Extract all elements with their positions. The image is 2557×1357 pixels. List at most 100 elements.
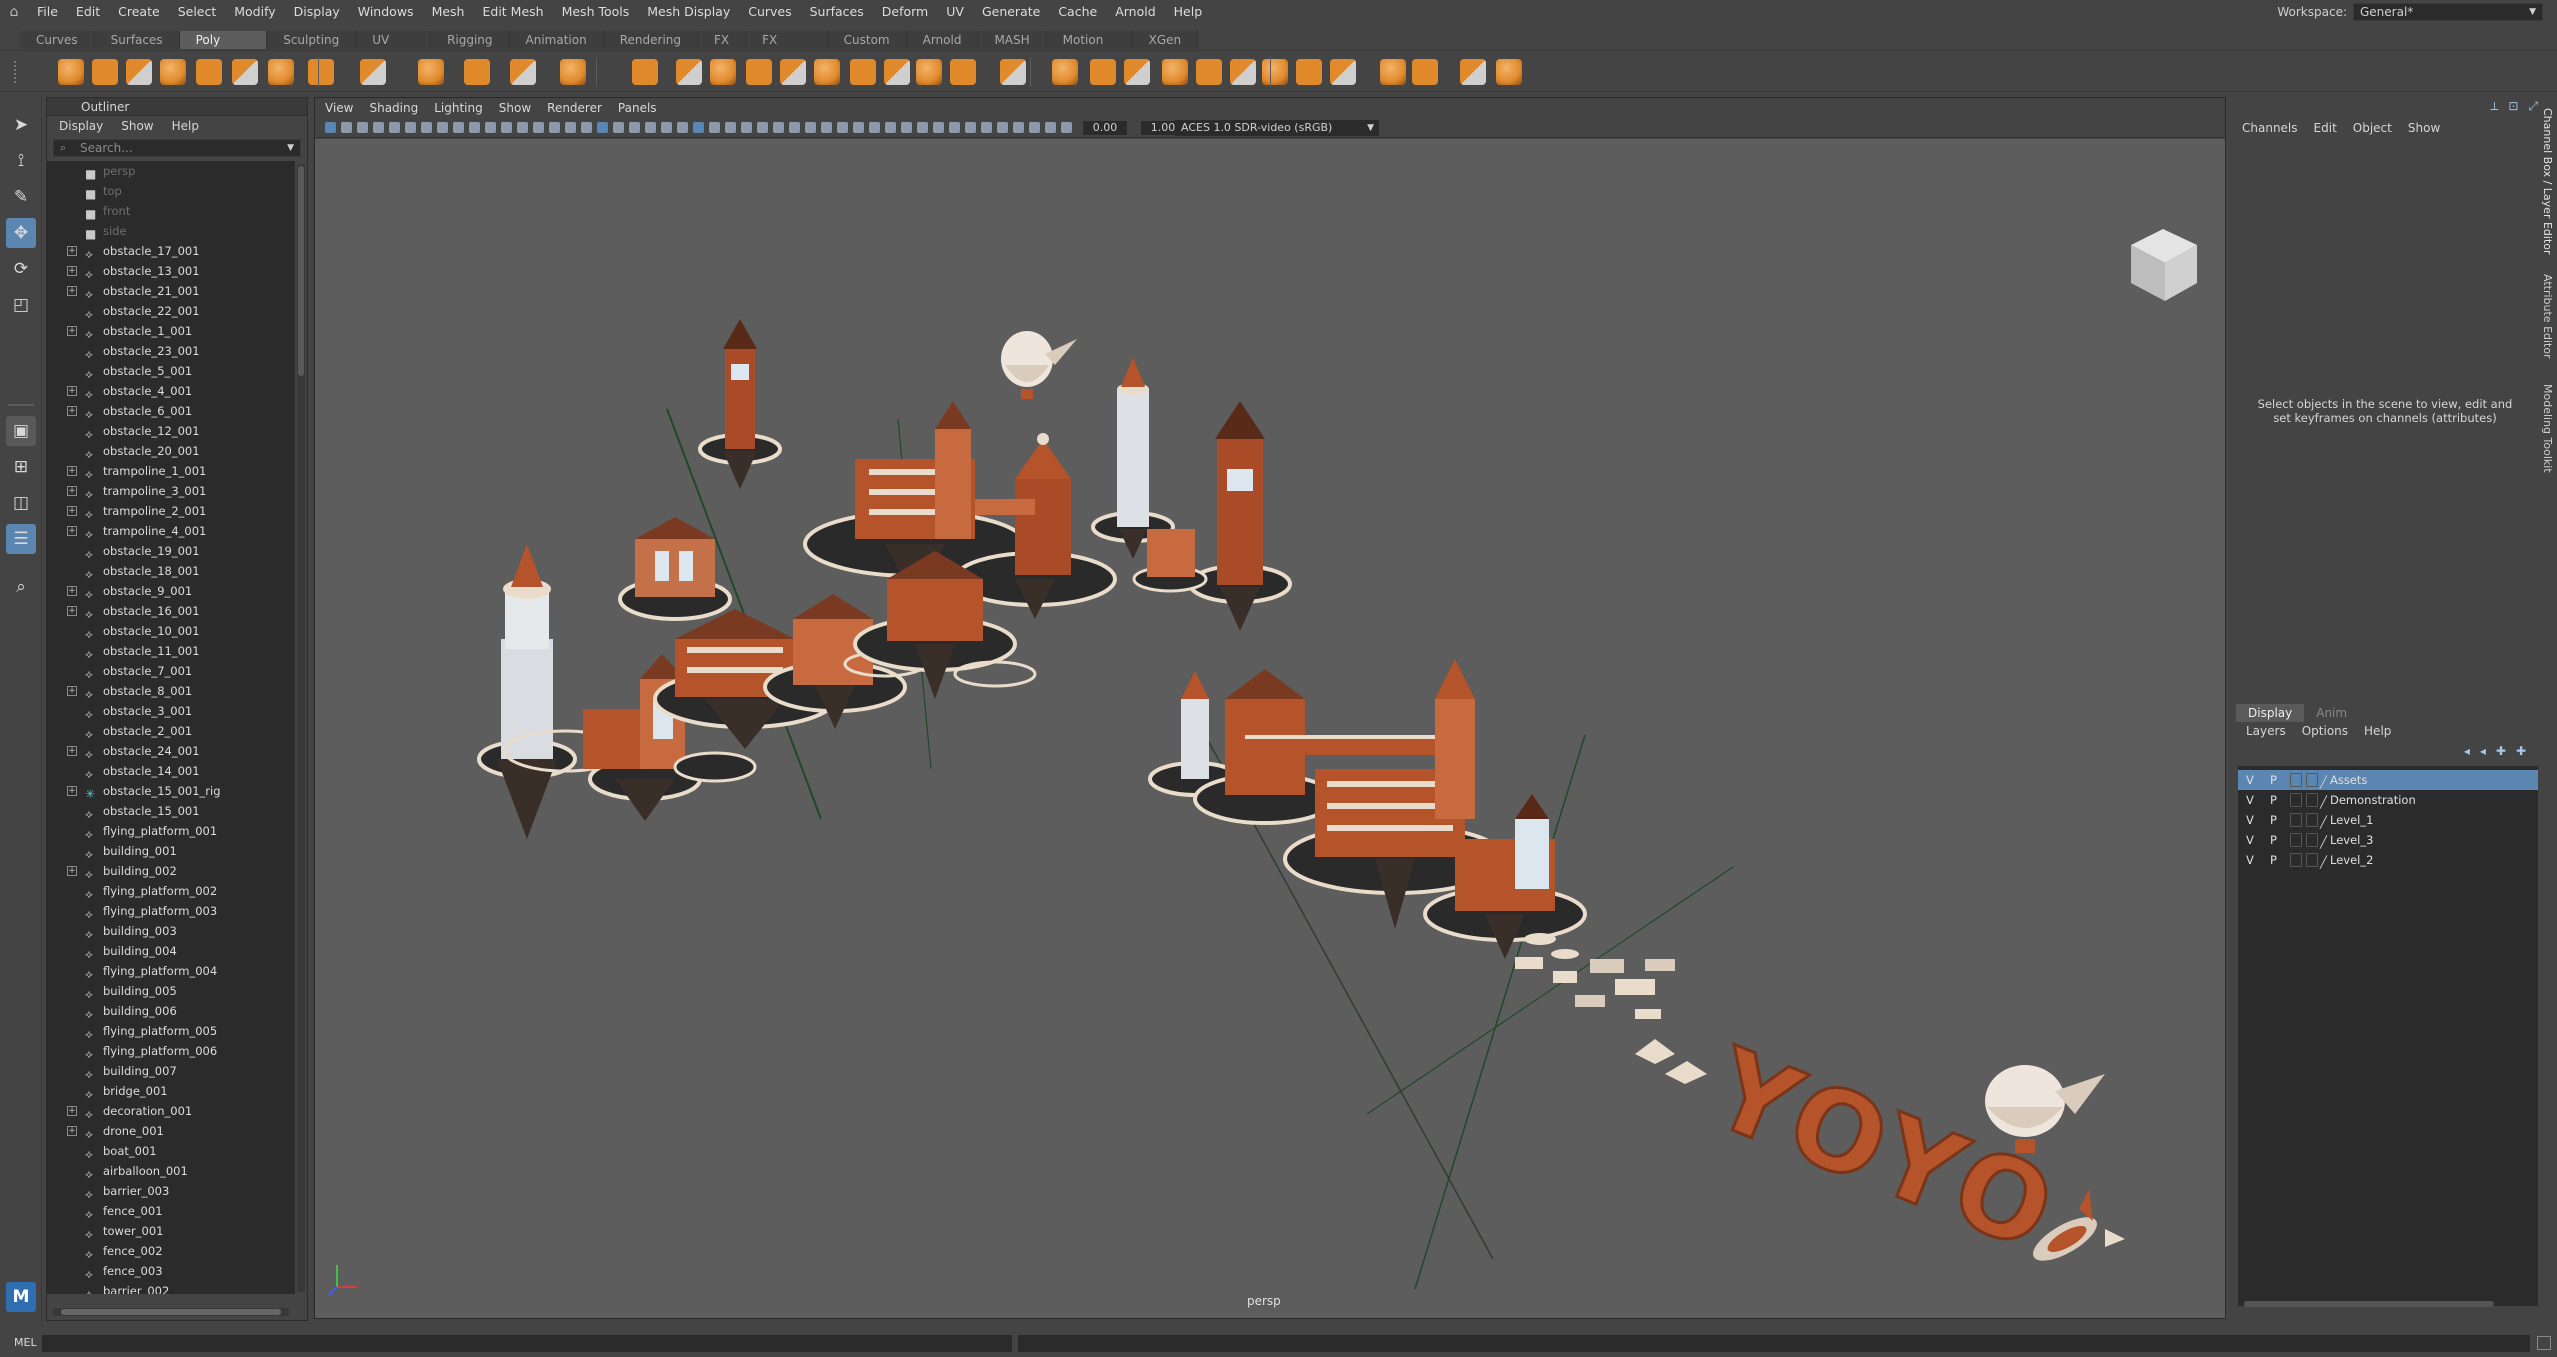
viewport-menu-view[interactable]: View [325,101,353,115]
sphere-icon[interactable] [58,59,84,85]
channel-box-menu-edit[interactable]: Edit [2314,121,2337,135]
outliner-item[interactable]: + ⟡ obstacle_9_001 [47,581,295,601]
viewport-tool-icon[interactable] [677,122,688,133]
shelf-tab-rigging[interactable]: Rigging [431,31,510,49]
shelf-tab-curves[interactable]: Curves [20,31,95,49]
menu-select[interactable]: Select [169,0,226,24]
outliner-item[interactable]: ⟡ obstacle_5_001 [47,361,295,381]
outliner-item[interactable]: ⟡ boat_001 [47,1141,295,1161]
layer-playback-toggle[interactable]: P [2270,770,2277,790]
viewport-tool-icon[interactable] [597,122,608,133]
menu-mesh-tools[interactable]: Mesh Tools [553,0,639,24]
move-layer-down-icon[interactable]: ◂ [2480,744,2486,758]
outliner-item[interactable]: ⟡ flying_platform_001 [47,821,295,841]
viewport-tool-icon[interactable] [581,122,592,133]
shelf-tab-animation[interactable]: Animation [509,31,604,49]
outliner-item[interactable]: ⟡ building_001 [47,841,295,861]
layer-visibility-toggle[interactable]: V [2246,850,2254,870]
viewport-tool-icon[interactable] [725,122,736,133]
expand-icon[interactable]: + [67,1106,77,1116]
outliner-item[interactable]: ⟡ flying_platform_002 [47,881,295,901]
view-cube[interactable] [2131,229,2197,301]
outliner-menu-display[interactable]: Display [59,119,103,133]
outliner-item[interactable]: + ⟡ obstacle_6_001 [47,401,295,421]
side-tab-attribute-editor[interactable]: Attribute Editor [2541,274,2554,359]
viewport-tool-icon[interactable] [613,122,624,133]
shelf-tab-custom[interactable]: Custom [827,31,907,49]
uv-editor-icon[interactable] [1412,59,1438,85]
menu-curves[interactable]: Curves [739,0,800,24]
layer-type-toggle[interactable] [2290,773,2302,787]
outliner-item[interactable]: ⟡ building_005 [47,981,295,1001]
uv-unfold-icon[interactable] [1330,59,1356,85]
menu-uv[interactable]: UV [937,0,973,24]
extrude-icon[interactable] [850,59,876,85]
layer-row[interactable]: V P ╱ Level_3 [2238,830,2538,850]
outliner-item[interactable]: ⟡ fence_002 [47,1241,295,1261]
boolean-icon[interactable] [710,59,736,85]
outliner-search-field[interactable]: ⌕ Search... ▼ [53,139,301,157]
color-space-dropdown[interactable]: ACES 1.0 SDR-video (sRGB) ▼ [1175,120,1379,136]
script-editor-icon[interactable] [2537,1336,2551,1350]
viewport-tool-icon[interactable] [1013,122,1024,133]
outliner-item[interactable]: + ⟡ obstacle_17_001 [47,241,295,261]
fill-hole-icon[interactable] [884,59,910,85]
scrollbar-thumb[interactable] [61,1309,281,1315]
outliner-item[interactable]: ⟡ building_003 [47,921,295,941]
outliner-item[interactable]: ⟡ flying_platform_006 [47,1041,295,1061]
mel-label[interactable]: MEL [14,1336,37,1349]
layer-color-swatch[interactable] [2306,833,2318,847]
outliner-item[interactable]: ⟡ building_004 [47,941,295,961]
menu-arnold[interactable]: Arnold [1106,0,1164,24]
shelf-tab-surfaces[interactable]: Surfaces [94,31,180,49]
maya-logo-icon[interactable]: M [6,1282,36,1312]
extract-icon[interactable] [632,59,658,85]
outliner-item[interactable]: ⟡ barrier_003 [47,1181,295,1201]
viewport-tool-icon[interactable] [485,122,496,133]
viewport-tool-icon[interactable] [853,122,864,133]
mirror-icon[interactable] [746,59,772,85]
expand-icon[interactable]: + [67,406,77,416]
menu-file[interactable]: File [28,0,67,24]
target-weld-icon[interactable] [1090,59,1116,85]
viewport-tool-icon[interactable] [693,122,704,133]
mel-input[interactable] [42,1335,1012,1352]
outliner-item[interactable]: + ⟡ obstacle_4_001 [47,381,295,401]
menu-deform[interactable]: Deform [873,0,937,24]
outliner-item[interactable]: ⟡ obstacle_10_001 [47,621,295,641]
append-icon[interactable] [1000,59,1026,85]
outliner-item[interactable]: + ⟡ building_002 [47,861,295,881]
layer-visibility-toggle[interactable]: V [2246,790,2254,810]
layer-type-toggle[interactable] [2290,813,2302,827]
viewport-tool-icon[interactable] [885,122,896,133]
viewport-tool-icon[interactable] [501,122,512,133]
viewport-tool-icon[interactable] [629,122,640,133]
side-tab-modeling-toolkit[interactable]: Modeling Toolkit [2541,384,2554,473]
expand-icon[interactable]: + [67,526,77,536]
scale-tool-icon[interactable]: ◰ [6,290,36,320]
channel-box-menu-channels[interactable]: Channels [2242,121,2298,135]
outliner-item[interactable]: ⟡ obstacle_2_001 [47,721,295,741]
cylinder-icon[interactable] [126,59,152,85]
move-tool-icon[interactable]: ✥ [6,218,36,248]
layer-visibility-toggle[interactable]: V [2246,830,2254,850]
smooth-icon[interactable] [676,59,702,85]
expand-icon[interactable]: + [67,686,77,696]
outliner-item[interactable]: + ✳ obstacle_15_001_rig [47,781,295,801]
outliner-item[interactable]: + ⟡ obstacle_24_001 [47,741,295,761]
shelf-tab-rendering[interactable]: Rendering [603,31,698,49]
combine-icon[interactable] [510,59,536,85]
viewport-tool-icon[interactable] [821,122,832,133]
outliner-item[interactable]: ⟡ obstacle_19_001 [47,541,295,561]
outliner-item[interactable]: ■ side [47,221,295,241]
side-tab-channel-box[interactable]: Channel Box / Layer Editor [2541,108,2554,255]
viewport-tool-icon[interactable] [789,122,800,133]
platonic-icon[interactable] [308,59,334,85]
toggle-icon[interactable]: ⤢ [2528,99,2538,114]
shelf-tab-motion-graphics[interactable]: Motion Graphics [1046,31,1133,65]
viewport-menu-panels[interactable]: Panels [618,101,657,115]
viewport-tool-icon[interactable] [453,122,464,133]
outliner-menu-show[interactable]: Show [121,119,153,133]
layer-color-swatch[interactable] [2306,853,2318,867]
layer-type-toggle[interactable] [2290,793,2302,807]
